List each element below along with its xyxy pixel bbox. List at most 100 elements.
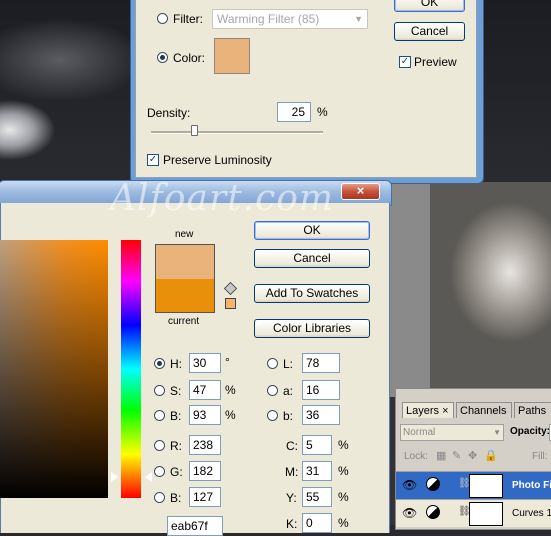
chevron-down-icon: ▼ (493, 428, 501, 437)
filter-radio[interactable] (157, 13, 168, 24)
lock-transparent-icon[interactable]: ▦ (436, 449, 446, 462)
filter-color-swatch[interactable] (214, 38, 250, 74)
density-label: Density: (147, 106, 191, 120)
l-label: L: (283, 357, 294, 371)
web-safe-swatch[interactable] (225, 298, 236, 309)
m-unit: % (338, 464, 349, 478)
h-unit: ° (225, 355, 230, 369)
lab-b-input[interactable]: 36 (302, 405, 340, 425)
y-unit: % (338, 490, 349, 504)
layers-panel: Layers × Channels Paths Normal ▼ Opacity… (395, 388, 551, 530)
blend-mode-select[interactable]: Normal ▼ (400, 424, 504, 441)
color-picker-cancel-button[interactable]: Cancel (254, 249, 370, 268)
eye-icon[interactable]: 👁 (402, 478, 417, 492)
filter-label: Filter: (173, 12, 203, 26)
adjustment-layer-icon (426, 477, 440, 491)
layer-row[interactable]: 👁 ⛓ Photo Fi (396, 471, 551, 499)
density-input[interactable]: 25 (277, 102, 311, 122)
a-radio[interactable] (267, 385, 278, 396)
r-input[interactable]: 238 (189, 435, 221, 455)
current-color-swatch[interactable] (155, 279, 215, 313)
density-slider-thumb[interactable] (191, 125, 198, 136)
b-label: B: (170, 409, 182, 423)
fill-label: Fill: (532, 451, 548, 462)
layer-row[interactable]: 👁 ⛓ Curves 1 (396, 499, 551, 527)
adjustment-layer-icon (426, 505, 440, 519)
l-radio[interactable] (267, 358, 278, 369)
b-input[interactable]: 93 (189, 405, 221, 425)
blend-mode-value: Normal (403, 427, 436, 438)
filter-select-value: Warming Filter (85) (217, 12, 320, 26)
layer-name: Curves 1 (512, 508, 551, 519)
a-label: a: (283, 384, 294, 398)
eye-icon[interactable]: 👁 (402, 506, 417, 520)
hue-slider[interactable] (121, 240, 141, 498)
watermark-text: Alfoart.com (110, 178, 335, 219)
brightness-radio[interactable] (154, 410, 165, 421)
lock-image-icon[interactable]: ✎ (452, 449, 461, 462)
preserve-luminosity-checkbox[interactable]: ✓ (147, 154, 159, 166)
l-input[interactable]: 78 (302, 353, 340, 373)
red-radio[interactable] (154, 440, 165, 451)
g-label: G: (170, 465, 183, 479)
k-label: K: (286, 517, 298, 531)
h-input[interactable]: 30 (189, 353, 221, 373)
color-picker-ok-button[interactable]: OK (254, 221, 370, 240)
tab-paths[interactable]: Paths (514, 402, 551, 418)
preview-checkbox[interactable]: ✓ (399, 56, 411, 68)
color-label: Color: (173, 51, 206, 65)
hue-slider-left-arrow-icon[interactable] (111, 472, 118, 482)
preview-label: Preview (414, 55, 457, 69)
photo-filter-dialog: Filter: Warming Filter (85) ▼ Color: OK … (135, 0, 477, 178)
color-radio[interactable] (157, 52, 168, 63)
background-photo-right (430, 182, 551, 397)
tab-layers[interactable]: Layers × (402, 402, 454, 418)
y-input[interactable]: 55 (302, 487, 332, 507)
s-label: S: (170, 384, 182, 398)
hex-input[interactable]: eab67f (167, 516, 223, 536)
c-label: C: (286, 439, 298, 453)
photo-filter-cancel-button[interactable]: Cancel (394, 22, 465, 41)
blue-radio[interactable] (154, 492, 165, 503)
green-radio[interactable] (154, 466, 165, 477)
photo-filter-ok-button[interactable]: OK (394, 0, 465, 12)
density-unit: % (317, 105, 328, 119)
layer-mask-thumbnail[interactable] (469, 474, 503, 498)
rgb-b-input[interactable]: 127 (189, 487, 221, 507)
g-input[interactable]: 182 (189, 461, 221, 481)
c-input[interactable]: 5 (302, 435, 332, 455)
new-color-swatch (155, 244, 215, 279)
close-icon[interactable]: × (341, 183, 380, 200)
lab-b-label: b: (283, 409, 294, 423)
filter-select[interactable]: Warming Filter (85) ▼ (212, 9, 368, 29)
k-unit: % (338, 516, 349, 530)
r-label: R: (170, 439, 182, 453)
lock-position-icon[interactable]: ✥ (468, 449, 477, 462)
hue-radio[interactable] (154, 358, 165, 369)
c-unit: % (338, 438, 349, 452)
add-to-swatches-button[interactable]: Add To Swatches (254, 284, 370, 303)
lock-label: Lock: (404, 451, 428, 462)
a-input[interactable]: 16 (302, 380, 340, 400)
layer-mask-thumbnail[interactable] (469, 502, 503, 526)
s-input[interactable]: 47 (189, 380, 221, 400)
hue-slider-right-arrow-icon[interactable] (145, 472, 152, 482)
density-slider-track[interactable] (151, 131, 323, 134)
chevron-down-icon: ▼ (354, 14, 363, 24)
color-libraries-button[interactable]: Color Libraries (254, 319, 370, 338)
current-label: current (168, 316, 200, 327)
k-input[interactable]: 0 (302, 513, 332, 533)
tab-channels[interactable]: Channels (456, 402, 512, 418)
h-label: H: (170, 357, 182, 371)
preserve-luminosity-label: Preserve Luminosity (163, 153, 272, 167)
m-label: M: (285, 465, 299, 479)
s-unit: % (225, 383, 236, 397)
rgb-b-label: B: (170, 491, 182, 505)
color-field[interactable] (0, 240, 108, 498)
m-input[interactable]: 31 (302, 461, 332, 481)
tab-close-icon[interactable]: × (442, 405, 448, 417)
lock-all-icon[interactable]: 🔒 (484, 449, 498, 462)
lab-b-radio[interactable] (267, 410, 278, 421)
saturation-radio[interactable] (154, 385, 165, 396)
y-label: Y: (286, 491, 297, 505)
